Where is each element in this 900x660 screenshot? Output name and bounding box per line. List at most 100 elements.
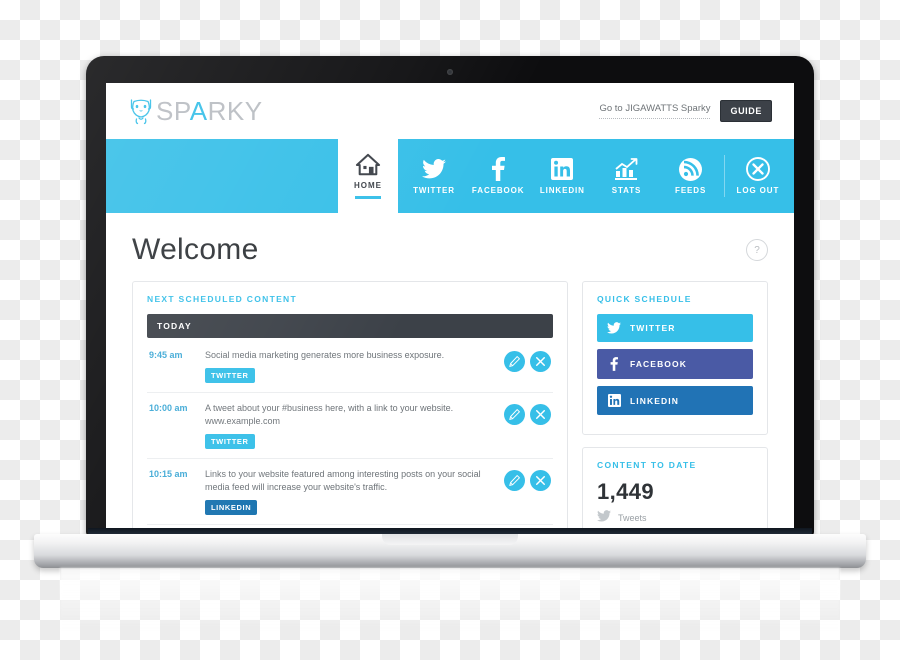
header-actions: Go to JIGAWATTS Sparky GUIDE bbox=[599, 100, 772, 122]
scheduled-text: Social media marketing generates more bu… bbox=[205, 350, 445, 360]
nav-stats-label: STATS bbox=[611, 186, 642, 195]
content-columns: NEXT SCHEDULED CONTENT TODAY 9:45 am Soc… bbox=[132, 281, 768, 528]
network-badge: TWITTER bbox=[205, 368, 255, 384]
next-scheduled-content-card: NEXT SCHEDULED CONTENT TODAY 9:45 am Soc… bbox=[132, 281, 568, 528]
network-badge: TWITTER bbox=[205, 434, 255, 450]
side-column: QUICK SCHEDULE TWITTER FACEBOOK LINKEDIN… bbox=[582, 281, 768, 528]
page-content: Welcome ? NEXT SCHEDULED CONTENT TODAY 9… bbox=[106, 213, 794, 528]
nav-active-underline bbox=[355, 196, 381, 199]
nav-item-linkedin[interactable]: LINKEDIN bbox=[531, 157, 593, 195]
facebook-icon bbox=[491, 157, 506, 181]
rss-icon bbox=[679, 157, 703, 181]
app-header: SPARKY Go to JIGAWATTS Sparky GUIDE bbox=[106, 83, 794, 139]
main-column: NEXT SCHEDULED CONTENT TODAY 9:45 am Soc… bbox=[132, 281, 568, 528]
linkedin-icon bbox=[607, 394, 621, 407]
twitter-icon bbox=[597, 509, 611, 527]
twitter-icon bbox=[422, 157, 447, 181]
content-to-date-stat: Tweets bbox=[597, 509, 753, 527]
scheduled-row[interactable]: 10:00 am A tweet about your #business he… bbox=[147, 393, 553, 460]
logo-prefix: SP bbox=[156, 96, 190, 126]
close-circle-icon bbox=[745, 157, 770, 181]
delete-button[interactable] bbox=[530, 351, 551, 372]
nav-twitter-label: TWITTER bbox=[413, 186, 455, 195]
scheduled-time: 10:00 am bbox=[149, 403, 188, 414]
quick-schedule-twitter-label: TWITTER bbox=[630, 323, 676, 333]
close-icon bbox=[536, 410, 545, 420]
pencil-icon bbox=[509, 409, 520, 420]
nav-item-facebook[interactable]: FACEBOOK bbox=[467, 157, 529, 195]
scheduled-time: 10:15 am bbox=[149, 469, 188, 480]
help-icon[interactable]: ? bbox=[746, 239, 768, 261]
scheduled-actions bbox=[504, 349, 551, 372]
edit-button[interactable] bbox=[504, 470, 525, 492]
delete-button[interactable] bbox=[530, 470, 551, 492]
nav-left-fill bbox=[106, 139, 338, 213]
network-badge: LINKEDIN bbox=[205, 500, 258, 516]
quick-schedule-linkedin-label: LINKEDIN bbox=[630, 395, 679, 406]
scheduled-actions bbox=[504, 468, 551, 492]
facebook-icon bbox=[607, 357, 621, 371]
close-icon bbox=[536, 357, 545, 366]
content-to-date-label: Tweets bbox=[618, 513, 647, 524]
quick-schedule-facebook-label: FACEBOOK bbox=[630, 359, 687, 369]
laptop-base bbox=[34, 534, 866, 568]
scheduled-time: 9:45 am bbox=[149, 350, 183, 360]
webcam-icon bbox=[447, 69, 453, 75]
content-to-date-title: CONTENT TO DATE bbox=[597, 460, 697, 470]
scheduled-text: A tweet about your #business here, with … bbox=[205, 403, 454, 427]
logo-highlight: A bbox=[189, 96, 208, 126]
page-title: Welcome bbox=[132, 233, 259, 266]
quick-schedule-linkedin-button[interactable]: LINKEDIN bbox=[597, 386, 753, 415]
laptop-reflection bbox=[60, 568, 840, 630]
quick-schedule-card: QUICK SCHEDULE TWITTER FACEBOOK LINKEDIN bbox=[582, 281, 768, 435]
laptop-screen: SPARKY Go to JIGAWATTS Sparky GUIDE HOME bbox=[106, 83, 794, 528]
today-bar: TODAY bbox=[147, 314, 553, 338]
twitter-icon bbox=[607, 322, 621, 334]
pencil-icon bbox=[509, 356, 520, 367]
next-scheduled-title: NEXT SCHEDULED CONTENT bbox=[147, 294, 297, 304]
scheduled-text: Links to your website featured among int… bbox=[205, 469, 481, 493]
quick-schedule-twitter-button[interactable]: TWITTER bbox=[597, 314, 753, 342]
nav-divider bbox=[723, 155, 725, 197]
edit-button[interactable] bbox=[504, 404, 525, 426]
scheduled-actions bbox=[504, 402, 551, 426]
quick-schedule-facebook-button[interactable]: FACEBOOK bbox=[597, 349, 753, 379]
main-nav: HOME TWITTER FACEBOOK LINKEDIN STATS FEE… bbox=[106, 139, 794, 213]
logo-suffix: RKY bbox=[207, 96, 263, 126]
scheduled-body: Social media marketing generates more bu… bbox=[205, 349, 504, 384]
quick-schedule-title: QUICK SCHEDULE bbox=[597, 294, 692, 304]
bar-chart-icon bbox=[614, 157, 638, 181]
edit-button[interactable] bbox=[504, 351, 525, 372]
laptop-base-notch bbox=[382, 534, 518, 545]
app-logo[interactable]: SPARKY bbox=[128, 97, 263, 125]
screenshot-stage: SPARKY Go to JIGAWATTS Sparky GUIDE HOME bbox=[0, 0, 900, 660]
content-to-date-card: CONTENT TO DATE 1,449 Tweets bbox=[582, 447, 768, 528]
nav-item-stats[interactable]: STATS bbox=[595, 157, 657, 195]
goto-account-link[interactable]: Go to JIGAWATTS Sparky bbox=[599, 103, 711, 119]
home-icon bbox=[355, 153, 381, 176]
close-icon bbox=[536, 476, 545, 486]
scheduled-row[interactable]: 9:45 am Social media marketing generates… bbox=[147, 340, 553, 394]
nav-items: TWITTER FACEBOOK LINKEDIN STATS FEEDS LO… bbox=[398, 139, 794, 213]
linkedin-icon bbox=[551, 157, 574, 181]
nav-item-logout[interactable]: LOG OUT bbox=[727, 157, 789, 195]
content-to-date-value: 1,449 bbox=[597, 479, 655, 504]
scheduled-body: A tweet about your #business here, with … bbox=[205, 402, 504, 450]
nav-item-home[interactable]: HOME bbox=[338, 139, 398, 213]
logo-wordmark: SPARKY bbox=[156, 98, 263, 124]
pencil-icon bbox=[509, 475, 520, 487]
nav-logout-label: LOG OUT bbox=[736, 186, 780, 195]
nav-home-label: HOME bbox=[354, 181, 382, 190]
scheduled-body: Links to your website featured among int… bbox=[205, 468, 504, 516]
nav-facebook-label: FACEBOOK bbox=[471, 186, 525, 195]
delete-button[interactable] bbox=[530, 404, 551, 426]
page-title-row: Welcome ? bbox=[132, 233, 768, 267]
guide-button[interactable]: GUIDE bbox=[720, 100, 772, 122]
dog-face-icon bbox=[130, 99, 152, 125]
nav-item-twitter[interactable]: TWITTER bbox=[403, 157, 465, 195]
nav-feeds-label: FEEDS bbox=[675, 186, 707, 195]
scheduled-row[interactable]: 10:15 am Links to your website featured … bbox=[147, 459, 553, 526]
nav-item-feeds[interactable]: FEEDS bbox=[660, 157, 722, 195]
laptop-lid: SPARKY Go to JIGAWATTS Sparky GUIDE HOME bbox=[86, 56, 814, 536]
nav-linkedin-label: LINKEDIN bbox=[539, 186, 585, 195]
